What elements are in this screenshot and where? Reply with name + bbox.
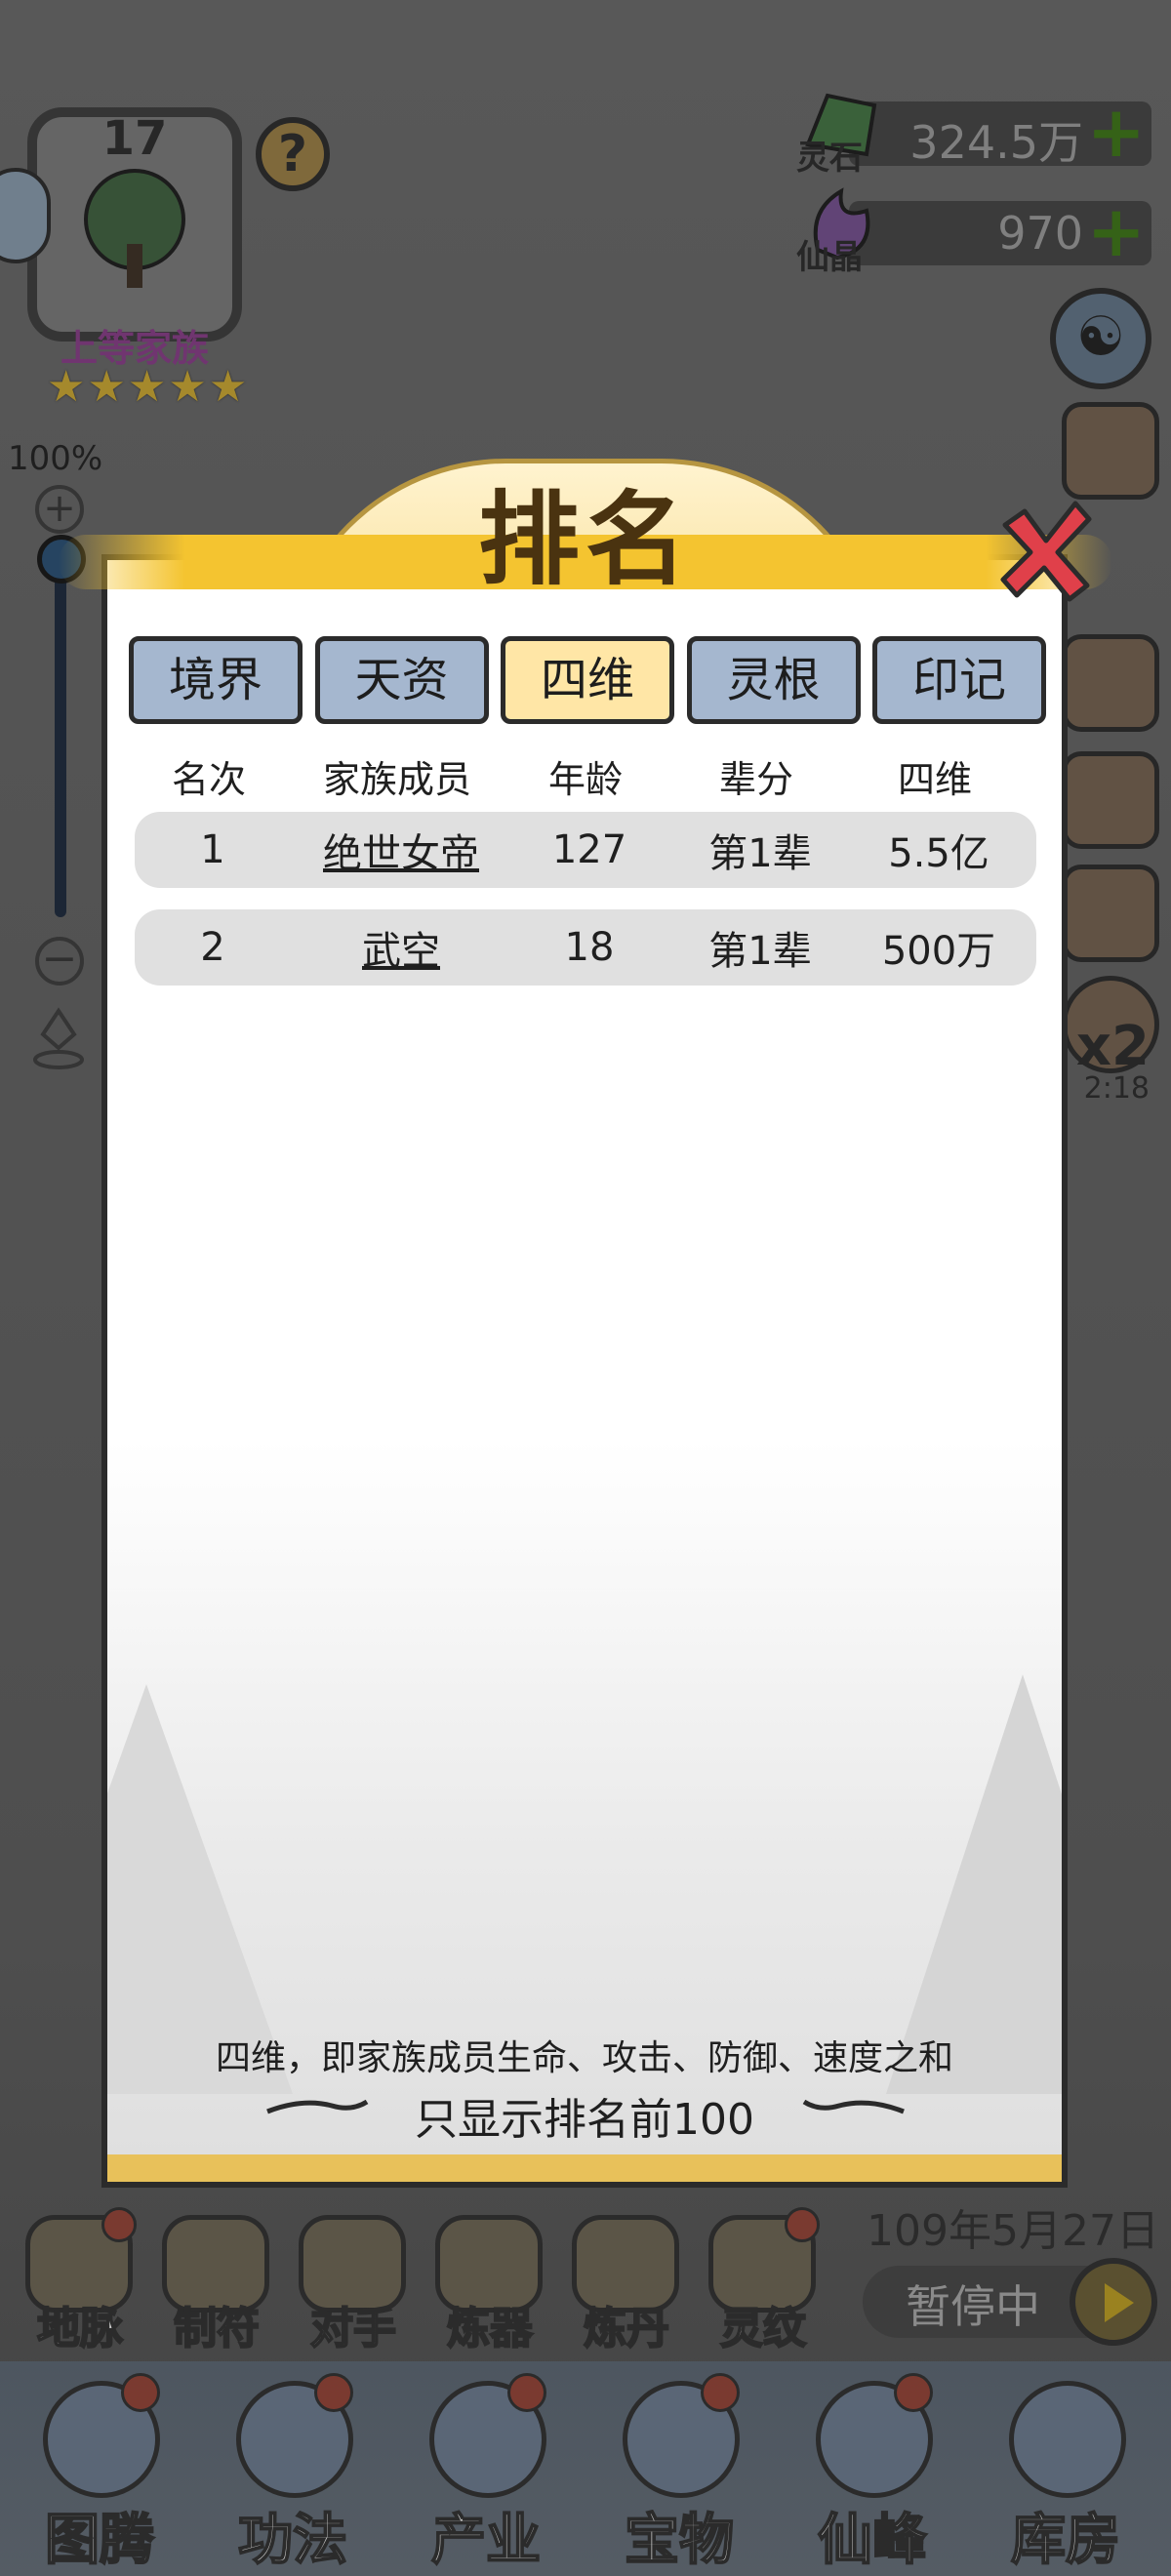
- row-age: 18: [564, 925, 615, 970]
- row-generation: 第1辈: [708, 929, 812, 974]
- tab-four-stats[interactable]: 四维: [501, 636, 674, 724]
- row-age: 127: [551, 827, 627, 872]
- table-row: 2 武空 18 第1辈 500万: [135, 909, 1036, 986]
- notification-dot: [894, 2373, 933, 2412]
- close-button[interactable]: [991, 498, 1099, 605]
- nav-storehouse-label: 库房: [1010, 2508, 1121, 2573]
- alchemy-label: 炼丹: [583, 2303, 670, 2355]
- notification-dot: [701, 2373, 740, 2412]
- four-stats-note: 四维，即家族成员生命、攻击、防御、速度之和: [215, 2038, 953, 2078]
- tab-spirit-root[interactable]: 灵根: [686, 636, 861, 724]
- member-name-link[interactable]: 武空: [291, 919, 511, 976]
- nav-treasure-label: 宝物: [624, 2508, 735, 2573]
- opponent-button[interactable]: 对手: [293, 2195, 414, 2361]
- nav-technique[interactable]: 功法: [197, 2361, 388, 2576]
- nav-industry[interactable]: 产业: [390, 2361, 582, 2576]
- row-generation: 第1辈: [708, 831, 812, 876]
- table-row: 1 绝世女帝 127 第1辈 5.5亿: [135, 812, 1036, 888]
- nav-treasure[interactable]: 宝物: [584, 2361, 775, 2576]
- function-row: 地脉 制符 对手 炼器 炼丹 灵纹: [20, 2195, 839, 2361]
- notification-dot: [785, 2207, 820, 2242]
- notification-dot: [101, 2207, 137, 2242]
- member-name-link[interactable]: 绝世女帝: [291, 822, 511, 878]
- header-age: 年龄: [547, 758, 623, 801]
- header-member: 家族成员: [322, 758, 471, 801]
- header-rank: 名次: [171, 758, 246, 801]
- game-date: 109年5月27日: [867, 2206, 1159, 2256]
- nav-totem-label: 图腾: [44, 2508, 155, 2573]
- tab-realm[interactable]: 境界: [129, 636, 303, 724]
- notification-dot: [507, 2373, 546, 2412]
- row-rank: 1: [200, 827, 225, 872]
- vein-label: 地脉: [36, 2303, 124, 2355]
- tab-talent[interactable]: 天资: [314, 636, 489, 724]
- play-button[interactable]: [1070, 2258, 1157, 2346]
- pause-label: 暂停中: [906, 2280, 1040, 2333]
- spirit-pattern-button[interactable]: 灵纹: [703, 2195, 824, 2361]
- talisman-label: 制符: [173, 2303, 261, 2355]
- row-stat: 5.5亿: [888, 831, 989, 876]
- rank-limit-note: 只显示排名前100: [415, 2095, 754, 2145]
- notification-dot: [121, 2373, 160, 2412]
- forge-label: 炼器: [446, 2303, 534, 2355]
- nav-technique-label: 功法: [237, 2508, 348, 2573]
- cloud-swirl-icon: [802, 2099, 905, 2114]
- forge-button[interactable]: 炼器: [429, 2195, 550, 2361]
- nav-industry-label: 产业: [430, 2508, 542, 2573]
- opponent-label: 对手: [309, 2303, 397, 2355]
- nav-fairy-peak[interactable]: 仙峰: [777, 2361, 968, 2576]
- table-header: 名次 家族成员 年龄 辈分 四维: [131, 749, 1038, 801]
- spirit-pattern-label: 灵纹: [719, 2303, 807, 2355]
- talisman-button[interactable]: 制符: [156, 2195, 277, 2361]
- ranking-tabs: 境界 天资 四维 灵根 印记: [129, 636, 1046, 726]
- row-rank: 2: [200, 925, 225, 970]
- nav-fairy-peak-label: 仙峰: [817, 2508, 928, 2573]
- panel-bottom-bar: [107, 2154, 1062, 2182]
- tab-mark[interactable]: 印记: [872, 636, 1046, 724]
- nav-storehouse[interactable]: 库房: [970, 2361, 1161, 2576]
- storehouse-icon: [1009, 2381, 1126, 2498]
- notification-dot: [314, 2373, 353, 2412]
- header-generation: 辈分: [718, 758, 793, 801]
- row-stat: 500万: [881, 929, 996, 974]
- vein-button[interactable]: 地脉: [20, 2195, 141, 2361]
- nav-totem[interactable]: 图腾: [4, 2361, 195, 2576]
- dialog-title: 排名: [477, 480, 693, 599]
- header-stat: 四维: [897, 758, 972, 801]
- alchemy-button[interactable]: 炼丹: [566, 2195, 687, 2361]
